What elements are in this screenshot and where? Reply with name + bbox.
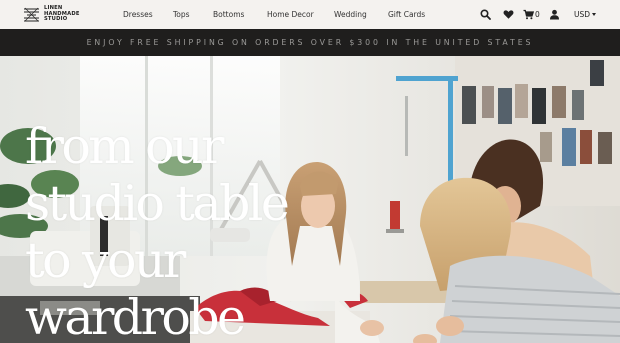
cart-count-badge[interactable]: 0	[535, 10, 540, 19]
announcement-text: ENJOY FREE SHIPPING ON ORDERS OVER $300 …	[86, 38, 534, 47]
chevron-down-icon	[592, 13, 597, 16]
nav-item-home-decor[interactable]: Home Decor	[267, 10, 314, 19]
nav-item-gift-cards[interactable]: Gift Cards	[388, 10, 425, 19]
user-icon[interactable]	[549, 9, 560, 20]
nav-item-bottoms[interactable]: Bottoms	[213, 10, 244, 19]
hero-headline-line-4: wardrobe	[25, 289, 246, 343]
hero-headline: from our studio table to your wardrobe	[25, 118, 290, 343]
announcement-bar: ENJOY FREE SHIPPING ON ORDERS OVER $300 …	[0, 29, 620, 56]
site-logo[interactable]: LINEN HANDMADE STUDIO	[23, 5, 80, 23]
hero-headline-line-1: from our	[25, 118, 224, 175]
hero-headline-line-2: studio table	[25, 175, 290, 232]
hero-banner[interactable]: from our studio table to your wardrobe	[0, 56, 620, 343]
currency-label: USD	[574, 10, 591, 19]
heart-icon[interactable]	[503, 9, 514, 20]
cart-icon[interactable]	[523, 9, 534, 20]
logo-line-3: STUDIO	[44, 16, 68, 23]
hero-headline-line-3: to your	[25, 232, 186, 289]
currency-selector[interactable]: USD	[574, 10, 597, 19]
nav-item-tops[interactable]: Tops	[173, 10, 190, 19]
logo-mark-icon	[24, 7, 39, 22]
nav-item-dresses[interactable]: Dresses	[123, 10, 153, 19]
nav-item-wedding[interactable]: Wedding	[334, 10, 367, 19]
search-icon[interactable]	[480, 9, 491, 20]
site-header: LINEN HANDMADE STUDIO Dresses Tops Botto…	[0, 0, 620, 29]
